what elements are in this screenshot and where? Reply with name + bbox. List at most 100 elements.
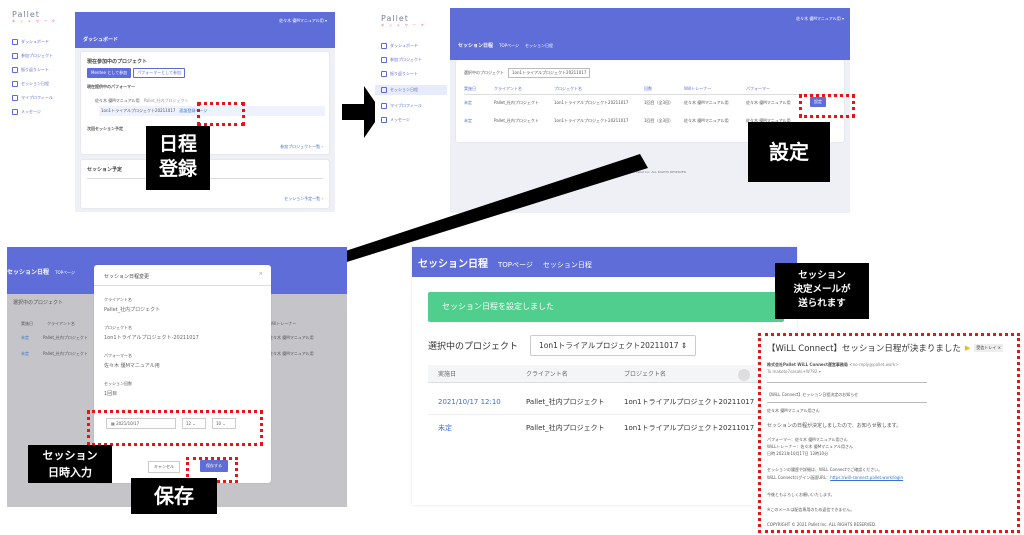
project-label: 選択中のプロジェクト xyxy=(464,70,504,75)
table-row: 未定 Pallet_社内プロジェクト xyxy=(21,351,88,356)
project-label: 選択中のプロジェクト xyxy=(13,300,64,306)
nav-profile[interactable]: マイプロフィール xyxy=(381,103,447,109)
trainer-value: 佐々木 優Mマニュアル用 xyxy=(269,335,314,340)
breadcrumb-top[interactable]: TOPページ xyxy=(499,43,519,49)
breadcrumb-top[interactable]: TOPページ xyxy=(55,270,75,276)
performer-value: 佐々木 優Mマニュアル用 xyxy=(104,363,160,369)
table-header: 実施日 クライアント名 プロジェクト名 xyxy=(428,365,784,383)
tab-performer[interactable]: パフォーマーとして参加 xyxy=(133,68,185,78)
important-icon: ▶ xyxy=(964,344,971,352)
alert-text: セッション日程を設定しました xyxy=(442,302,554,311)
folder-icon xyxy=(381,57,387,63)
performer-label: パフォーマー名 xyxy=(104,353,132,358)
highlight-set xyxy=(799,94,855,118)
nav-profile[interactable]: マイプロフィール xyxy=(12,95,72,101)
calendar-icon xyxy=(12,81,18,87)
table-row: 未定 Pallet_社内プロジェクト xyxy=(21,335,88,340)
email-login: WiLL Connectログイン画面URL：https://will-conne… xyxy=(767,475,904,480)
inbox-label[interactable]: 受信トレイ × xyxy=(974,344,1003,352)
nav-dashboard[interactable]: ダッシュボード xyxy=(381,43,447,49)
breadcrumb-current: セッション日程 xyxy=(524,43,553,48)
email-heading: 【WiLL Connect】セッション日程決定のお知らせ xyxy=(767,392,859,397)
user-icon xyxy=(12,95,18,101)
callout-input: セッション 日時入力 xyxy=(28,445,112,483)
nav-review[interactable]: 振り返りシート xyxy=(381,71,447,77)
nav-projects[interactable]: 参加プロジェクト xyxy=(381,57,447,63)
home-icon xyxy=(12,39,18,45)
header-bar: 佐々木 優Mマニュアル用 ▾ ダッシュボード xyxy=(75,12,335,48)
nav-messages[interactable]: メッセージ xyxy=(12,109,72,115)
callout-register: 日程 登録 xyxy=(146,126,210,190)
highlight-register xyxy=(197,102,245,126)
tab-client[interactable]: Mentee として参加 xyxy=(87,68,132,78)
logo: Pallet ネ ッ ト ワ ー ク xyxy=(381,14,426,27)
email-line: セッションの日程が決定しましたので、お知らせ致します。 xyxy=(767,423,902,429)
email-trainer: WiLLトレーナー：佐々木 優Mマニュアル用さん xyxy=(767,444,854,449)
folder-icon xyxy=(12,53,18,59)
avatar xyxy=(738,369,750,381)
login-link[interactable]: https://will-connect.pallet.work/login xyxy=(830,475,903,480)
client-label: クライアント名 xyxy=(104,297,132,302)
sidebar: Pallet ネ ッ ト ワ ー ク ダッシュボード 参加プロジェクト 振り返りシ… xyxy=(0,0,72,215)
count-label: セッション回数 xyxy=(104,381,132,386)
email-line: 今後ともよろしくお願いいたします。 xyxy=(767,492,835,497)
page-title: セッション日程 xyxy=(418,259,488,270)
partner-heading: 現在提供中のパフォーマー xyxy=(87,84,135,89)
email-from: 株式会社Pallet WiLL Connect運営事務局 <no-reply@p… xyxy=(767,362,899,367)
page-title: ダッシュボード xyxy=(83,37,119,43)
cancel-button[interactable]: キャンセル xyxy=(148,461,180,473)
section-title: 現在参加中のプロジェクト xyxy=(87,59,148,65)
divider xyxy=(94,285,271,286)
logo: Pallet ネ ッ ト ワ ー ク xyxy=(12,10,57,23)
page-title: セッション日程 xyxy=(458,43,494,49)
table-row: 未定 Pallet_社内プロジェクト 1on1トライアルプロジェクト20211017 xyxy=(438,423,755,433)
mail-icon xyxy=(12,109,18,115)
user-menu[interactable]: 佐々木 優Mマニュアル用 ▾ xyxy=(279,18,327,24)
schedule-modal: セッション日程変更 × クライアント名 Pallet_社内プロジェクト プロジェ… xyxy=(94,265,271,483)
header-bar: セッション日程 TOPページ セッション日程 xyxy=(412,247,797,277)
email-greeting: 佐々木 優Mマニュアル用さん xyxy=(767,408,820,413)
nav-dashboard[interactable]: ダッシュボード xyxy=(12,39,72,45)
nav-review[interactable]: 振り返りシート xyxy=(12,67,72,73)
divider xyxy=(767,382,927,383)
next-session-label: 次回セッション予定 xyxy=(87,126,123,131)
nav-schedule[interactable]: セッション日程 xyxy=(375,85,447,95)
header-bar: 佐々木 優Mマニュアル用 ▾ セッション日程 TOPページ セッション日程 xyxy=(450,8,850,60)
divider xyxy=(767,402,927,403)
nav-projects[interactable]: 参加プロジェクト xyxy=(12,53,72,59)
count-value: 1回目 xyxy=(104,391,118,397)
project-select[interactable]: 1on1トライアルプロジェクト20211017 xyxy=(508,68,591,78)
highlight-datetime xyxy=(87,410,263,446)
sheet-icon xyxy=(381,71,387,77)
session-date-link[interactable]: 2021/10/17 12:10 xyxy=(438,398,526,406)
modal-title: セッション日程変更 xyxy=(104,274,150,280)
page-title: セッション日程 xyxy=(7,269,50,276)
home-icon xyxy=(381,43,387,49)
breadcrumb-top[interactable]: TOPページ xyxy=(498,260,533,270)
email-to[interactable]: To makoto7sasaki+W792 ▾ xyxy=(767,369,821,374)
project-value: 1on1トライアルプロジェクト-20211017 xyxy=(104,335,199,341)
table-header: 実施日 クライアント名 xyxy=(21,321,75,326)
session-date-link[interactable]: 未定 xyxy=(438,423,526,433)
project-select[interactable]: 1on1トライアルプロジェクト20211017 ⇕ xyxy=(530,335,697,356)
schedule-heading: セッション予定 xyxy=(87,167,123,173)
close-icon[interactable]: × xyxy=(259,271,263,277)
client-value: Pallet_社内プロジェクト xyxy=(104,307,161,313)
user-menu[interactable]: 佐々木 優Mマニュアル用 ▾ xyxy=(796,16,844,22)
table-header: 実施日 クライアント名 プロジェクト名 回数 Willトレーナー パフォーマー xyxy=(464,86,840,95)
nav-messages[interactable]: メッセージ xyxy=(381,117,447,123)
email-line: セッションの履歴や詳細は、WiLL Connectでご確認ください。 xyxy=(767,467,883,472)
breadcrumb-current: セッション日程 xyxy=(542,261,592,269)
sheet-icon xyxy=(12,67,18,73)
trainer-col: Willトレーナー xyxy=(269,321,297,326)
email-panel: 【WiLL Connect】セッション日程が決まりました ▶ 受信トレイ × 株… xyxy=(758,333,1020,533)
callout-save: 保存 xyxy=(131,478,217,514)
project-label: 選択中のプロジェクト xyxy=(428,342,519,352)
mail-icon xyxy=(381,117,387,123)
nav-schedule[interactable]: セッション日程 xyxy=(12,81,72,87)
user-icon xyxy=(381,103,387,109)
email-copyright: COPYRIGHT © 2021 Pallet Inc. ALL RIGHTS … xyxy=(767,522,877,527)
table-row: 未定 Pallet_社内プロジェクト 1on1トライアルプロジェクト20211017… xyxy=(464,100,791,105)
email-performer: パフォーマー：佐々木 優Mマニュアル用さん xyxy=(767,437,848,442)
partner-name: 佐々木 優Mマニュアル用 Pallet_社内プロジェクト xyxy=(95,98,189,103)
